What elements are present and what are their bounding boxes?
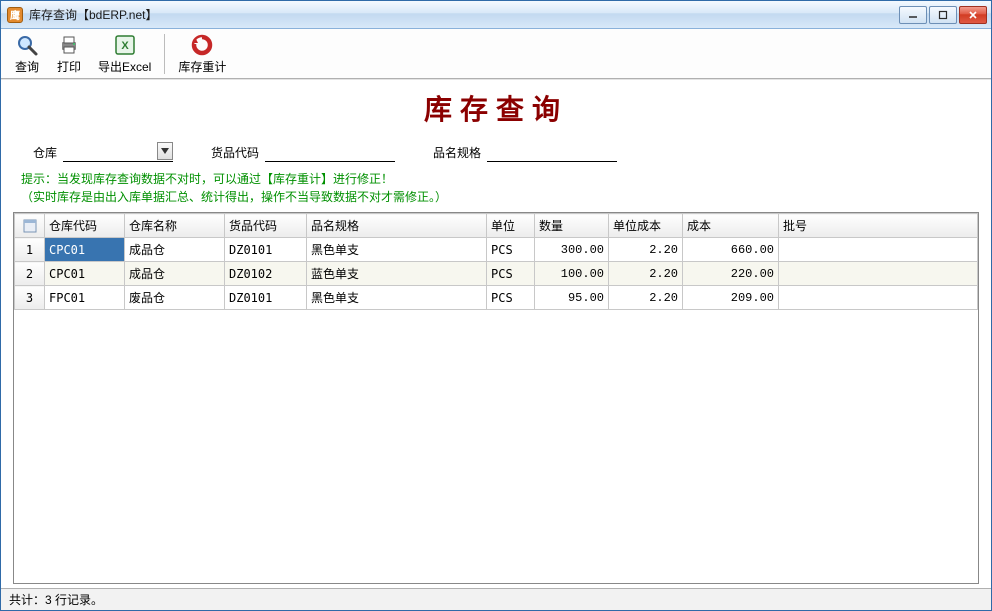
recalc-button[interactable]: 库存重计: [171, 30, 233, 78]
cell-unit-cost[interactable]: 2.20: [609, 286, 683, 310]
app-icon: 鹰: [7, 7, 23, 23]
col-lot[interactable]: 批号: [779, 214, 978, 238]
cell-product-code[interactable]: DZ0102: [225, 262, 307, 286]
query-label: 查询: [15, 58, 39, 75]
product-name-input[interactable]: [487, 142, 617, 162]
excel-icon: X: [113, 33, 137, 57]
cell-warehouse-code[interactable]: FPC01: [45, 286, 125, 310]
product-code-label: 货品代码: [211, 144, 259, 161]
cell-unit[interactable]: PCS: [487, 238, 535, 262]
status-bar: 共计：3 行记录。: [1, 588, 991, 610]
row-number[interactable]: 1: [15, 238, 45, 262]
page-title: 库存查询: [3, 84, 989, 138]
cell-lot[interactable]: [779, 286, 978, 310]
maximize-button[interactable]: [929, 6, 957, 24]
cell-unit[interactable]: PCS: [487, 286, 535, 310]
app-window: 鹰 库存查询【bdERP.net】 查询 打印: [0, 0, 992, 611]
table-row[interactable]: 3FPC01废品仓DZ0101黑色单支PCS95.002.20209.00: [15, 286, 978, 310]
cell-unit-cost[interactable]: 2.20: [609, 238, 683, 262]
print-label: 打印: [57, 58, 81, 75]
table-row[interactable]: 1CPC01成品仓DZ0101黑色单支PCS300.002.20660.00: [15, 238, 978, 262]
cell-qty[interactable]: 300.00: [535, 238, 609, 262]
hint-line2: （实时库存是由出入库单据汇总、统计得出，操作不当导致数据不对才需修正。）: [21, 188, 971, 206]
status-text: 共计：3 行记录。: [9, 591, 103, 608]
title-bar: 鹰 库存查询【bdERP.net】: [1, 1, 991, 29]
warehouse-label: 仓库: [33, 144, 57, 161]
magnifier-icon: [15, 33, 39, 57]
cell-cost[interactable]: 660.00: [683, 238, 779, 262]
cell-lot[interactable]: [779, 238, 978, 262]
export-excel-button[interactable]: X 导出Excel: [91, 30, 158, 78]
hint-line1: 提示：当发现库存查询数据不对时，可以通过【库存重计】进行修正！: [21, 170, 971, 188]
data-grid[interactable]: 仓库代码 仓库名称 货品代码 品名规格 单位 数量 单位成本 成本 批号 1CP…: [13, 212, 979, 584]
grid-header-row: 仓库代码 仓库名称 货品代码 品名规格 单位 数量 单位成本 成本 批号: [15, 214, 978, 238]
query-button[interactable]: 查询: [7, 30, 47, 78]
cell-lot[interactable]: [779, 262, 978, 286]
print-button[interactable]: 打印: [49, 30, 89, 78]
cell-warehouse-name[interactable]: 废品仓: [125, 286, 225, 310]
table-row[interactable]: 2CPC01成品仓DZ0102蓝色单支PCS100.002.20220.00: [15, 262, 978, 286]
cell-warehouse-code[interactable]: CPC01: [45, 262, 125, 286]
col-warehouse-name[interactable]: 仓库名称: [125, 214, 225, 238]
cell-product-code[interactable]: DZ0101: [225, 286, 307, 310]
cell-product-code[interactable]: DZ0101: [225, 238, 307, 262]
col-cost[interactable]: 成本: [683, 214, 779, 238]
row-number[interactable]: 3: [15, 286, 45, 310]
hint-text: 提示：当发现库存查询数据不对时，可以通过【库存重计】进行修正！ （实时库存是由出…: [3, 168, 989, 212]
recalc-label: 库存重计: [178, 58, 226, 75]
toolbar: 查询 打印 X 导出Excel 库存重计: [1, 29, 991, 79]
cell-cost[interactable]: 209.00: [683, 286, 779, 310]
svg-text:X: X: [121, 40, 129, 52]
warehouse-select[interactable]: [63, 142, 173, 161]
window-title: 库存查询【bdERP.net】: [29, 6, 158, 23]
cell-product-name[interactable]: 黑色单支: [307, 286, 487, 310]
window-controls: [899, 6, 987, 24]
refresh-icon: [190, 33, 214, 57]
content-area: 库存查询 仓库 货品代码 品名规格 提示：当发现库存查询数据不对时，可以通过【库…: [1, 79, 991, 588]
cell-warehouse-name[interactable]: 成品仓: [125, 262, 225, 286]
col-qty[interactable]: 数量: [535, 214, 609, 238]
col-warehouse-code[interactable]: 仓库代码: [45, 214, 125, 238]
row-number[interactable]: 2: [15, 262, 45, 286]
col-unit[interactable]: 单位: [487, 214, 535, 238]
col-product-name[interactable]: 品名规格: [307, 214, 487, 238]
filter-row: 仓库 货品代码 品名规格: [3, 138, 989, 168]
cell-unit[interactable]: PCS: [487, 262, 535, 286]
cell-cost[interactable]: 220.00: [683, 262, 779, 286]
toolbar-separator: [164, 34, 165, 74]
minimize-button[interactable]: [899, 6, 927, 24]
product-name-label: 品名规格: [433, 144, 481, 161]
close-button[interactable]: [959, 6, 987, 24]
row-selector-header[interactable]: [15, 214, 45, 238]
cell-product-name[interactable]: 黑色单支: [307, 238, 487, 262]
printer-icon: [57, 33, 81, 57]
cell-qty[interactable]: 95.00: [535, 286, 609, 310]
cell-product-name[interactable]: 蓝色单支: [307, 262, 487, 286]
cell-qty[interactable]: 100.00: [535, 262, 609, 286]
cell-warehouse-code[interactable]: CPC01: [45, 238, 125, 262]
cell-unit-cost[interactable]: 2.20: [609, 262, 683, 286]
col-product-code[interactable]: 货品代码: [225, 214, 307, 238]
col-unit-cost[interactable]: 单位成本: [609, 214, 683, 238]
warehouse-combo[interactable]: [63, 142, 173, 162]
export-label: 导出Excel: [98, 58, 151, 75]
product-code-input[interactable]: [265, 142, 395, 162]
cell-warehouse-name[interactable]: 成品仓: [125, 238, 225, 262]
